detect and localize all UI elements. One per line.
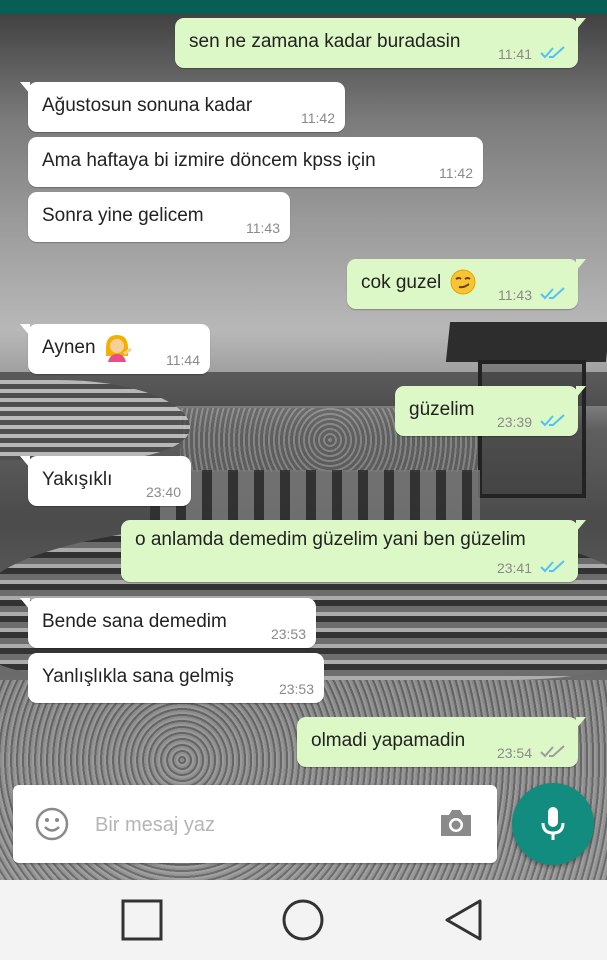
android-nav-bar <box>0 880 607 960</box>
message-outgoing[interactable]: güzelim 23:39 <box>395 386 586 436</box>
message-text: Yanlışlıkla sana gelmiş <box>42 666 234 687</box>
message-time: 23:54 <box>496 745 532 761</box>
message-incoming[interactable]: Yanlışlıkla sana gelmiş 23:53 <box>28 653 324 703</box>
message-time: 23:53 <box>270 626 306 642</box>
message-text: Bende sana demedim <box>42 611 227 632</box>
message-time: 23:53 <box>278 681 314 697</box>
double-check-read-icon <box>540 414 565 427</box>
double-check-read-icon <box>540 46 565 59</box>
woman-tipping-hand-emoji-icon <box>106 335 132 362</box>
message-text: sen ne zamana kadar buradasin <box>189 31 461 52</box>
mic-icon <box>541 807 565 840</box>
app-header-strip <box>0 0 607 14</box>
message-text: Ağustosun sonuna kadar <box>42 95 253 116</box>
message-time: 11:44 <box>166 352 200 368</box>
message-time: 11:42 <box>439 165 473 181</box>
message-outgoing[interactable]: olmadi yapamadin 23:54 <box>297 717 586 767</box>
double-check-read-icon <box>540 287 565 300</box>
message-text: cok guzel <box>361 272 442 293</box>
message-incoming[interactable]: Ağustosun sonuna kadar 11:42 <box>20 82 345 132</box>
message-time: 11:43 <box>246 220 280 236</box>
message-time: 23:41 <box>496 560 532 576</box>
message-input-placeholder[interactable]: Bir mesaj yaz <box>95 814 215 837</box>
message-outgoing[interactable]: sen ne zamana kadar buradasin 11:41 <box>175 18 586 68</box>
message-incoming[interactable]: Yakışıklı 23:40 <box>20 456 191 506</box>
message-outgoing[interactable]: cok guzel 11:43 <box>347 259 586 309</box>
message-text: Ama haftaya bi izmire döncem kpss için <box>42 150 376 171</box>
double-check-delivered-icon <box>540 745 565 758</box>
message-incoming[interactable]: Ama haftaya bi izmire döncem kpss için 1… <box>28 137 483 187</box>
emoji-icon[interactable] <box>35 807 69 841</box>
triangle-back-icon[interactable] <box>442 898 486 942</box>
message-text: Yakışıklı <box>42 469 113 490</box>
message-text: olmadi yapamadin <box>311 730 466 751</box>
message-text: Aynen <box>42 337 96 358</box>
message-incoming[interactable]: Bende sana demedim 23:53 <box>20 598 316 648</box>
square-recents-icon[interactable] <box>120 898 164 942</box>
message-outgoing[interactable]: o anlamda demedim güzelim yani ben güzel… <box>121 520 586 582</box>
mic-button[interactable] <box>512 783 594 865</box>
message-time: 23:40 <box>145 484 181 500</box>
camera-icon[interactable] <box>438 807 474 839</box>
message-text: Sonra yine gelicem <box>42 205 204 226</box>
message-text: o anlamda demedim güzelim yani ben güzel… <box>135 529 526 550</box>
message-time: 11:41 <box>498 46 532 62</box>
message-incoming[interactable]: Sonra yine gelicem 11:43 <box>28 192 290 242</box>
message-time: 11:42 <box>301 110 335 126</box>
message-text: güzelim <box>409 399 475 420</box>
message-time: 23:39 <box>496 414 532 430</box>
message-input-bar[interactable]: Bir mesaj yaz <box>13 785 497 863</box>
smirking-face-emoji-icon <box>450 269 476 295</box>
message-time: 11:43 <box>498 287 532 303</box>
message-incoming[interactable]: Aynen 11:44 <box>20 324 210 374</box>
double-check-read-icon <box>540 560 565 573</box>
circle-home-icon[interactable] <box>281 898 325 942</box>
